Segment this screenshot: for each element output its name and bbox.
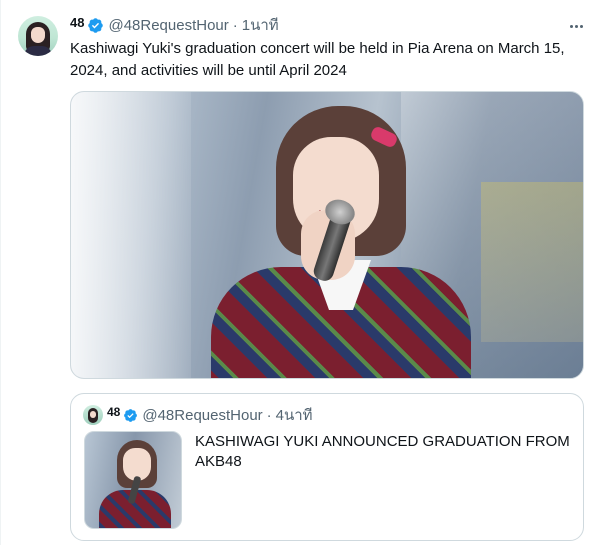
verified-badge-icon (124, 408, 138, 422)
tweet[interactable]: 48 @48RequestHour · 1นาที Kashiwagi Yuki… (0, 0, 606, 545)
quoted-tweet-text: KASHIWAGI YUKI ANNOUNCED GRADUATION FROM… (195, 433, 570, 470)
separator-dot: · (266, 406, 272, 424)
quoted-tweet[interactable]: 48 @48RequestHour · 4นาที KASHIWAGI YUKI… (70, 393, 584, 541)
quoted-author-display-name: 48 (107, 405, 121, 419)
tweet-text: Kashiwagi Yuki's graduation concert will… (70, 40, 565, 79)
author-display-name[interactable]: 48 (70, 15, 84, 30)
tweet-header: 48 @48RequestHour · 1นาที (70, 15, 279, 35)
tweet-timestamp[interactable]: 1นาที (242, 13, 279, 37)
verified-badge-icon (88, 17, 104, 33)
quoted-tweet-timestamp: 4นาที (275, 407, 313, 424)
author-avatar[interactable] (18, 16, 58, 56)
quoted-tweet-header: 48 @48RequestHour · 4นาที (83, 405, 313, 425)
quoted-author-handle: @48RequestHour (142, 406, 263, 424)
tweet-photo[interactable] (70, 91, 584, 379)
author-handle[interactable]: @48RequestHour (108, 17, 228, 34)
more-options-icon[interactable] (566, 16, 586, 36)
quoted-tweet-thumbnail (84, 431, 182, 529)
quoted-author-avatar (83, 405, 103, 425)
separator-dot: · (232, 16, 238, 34)
